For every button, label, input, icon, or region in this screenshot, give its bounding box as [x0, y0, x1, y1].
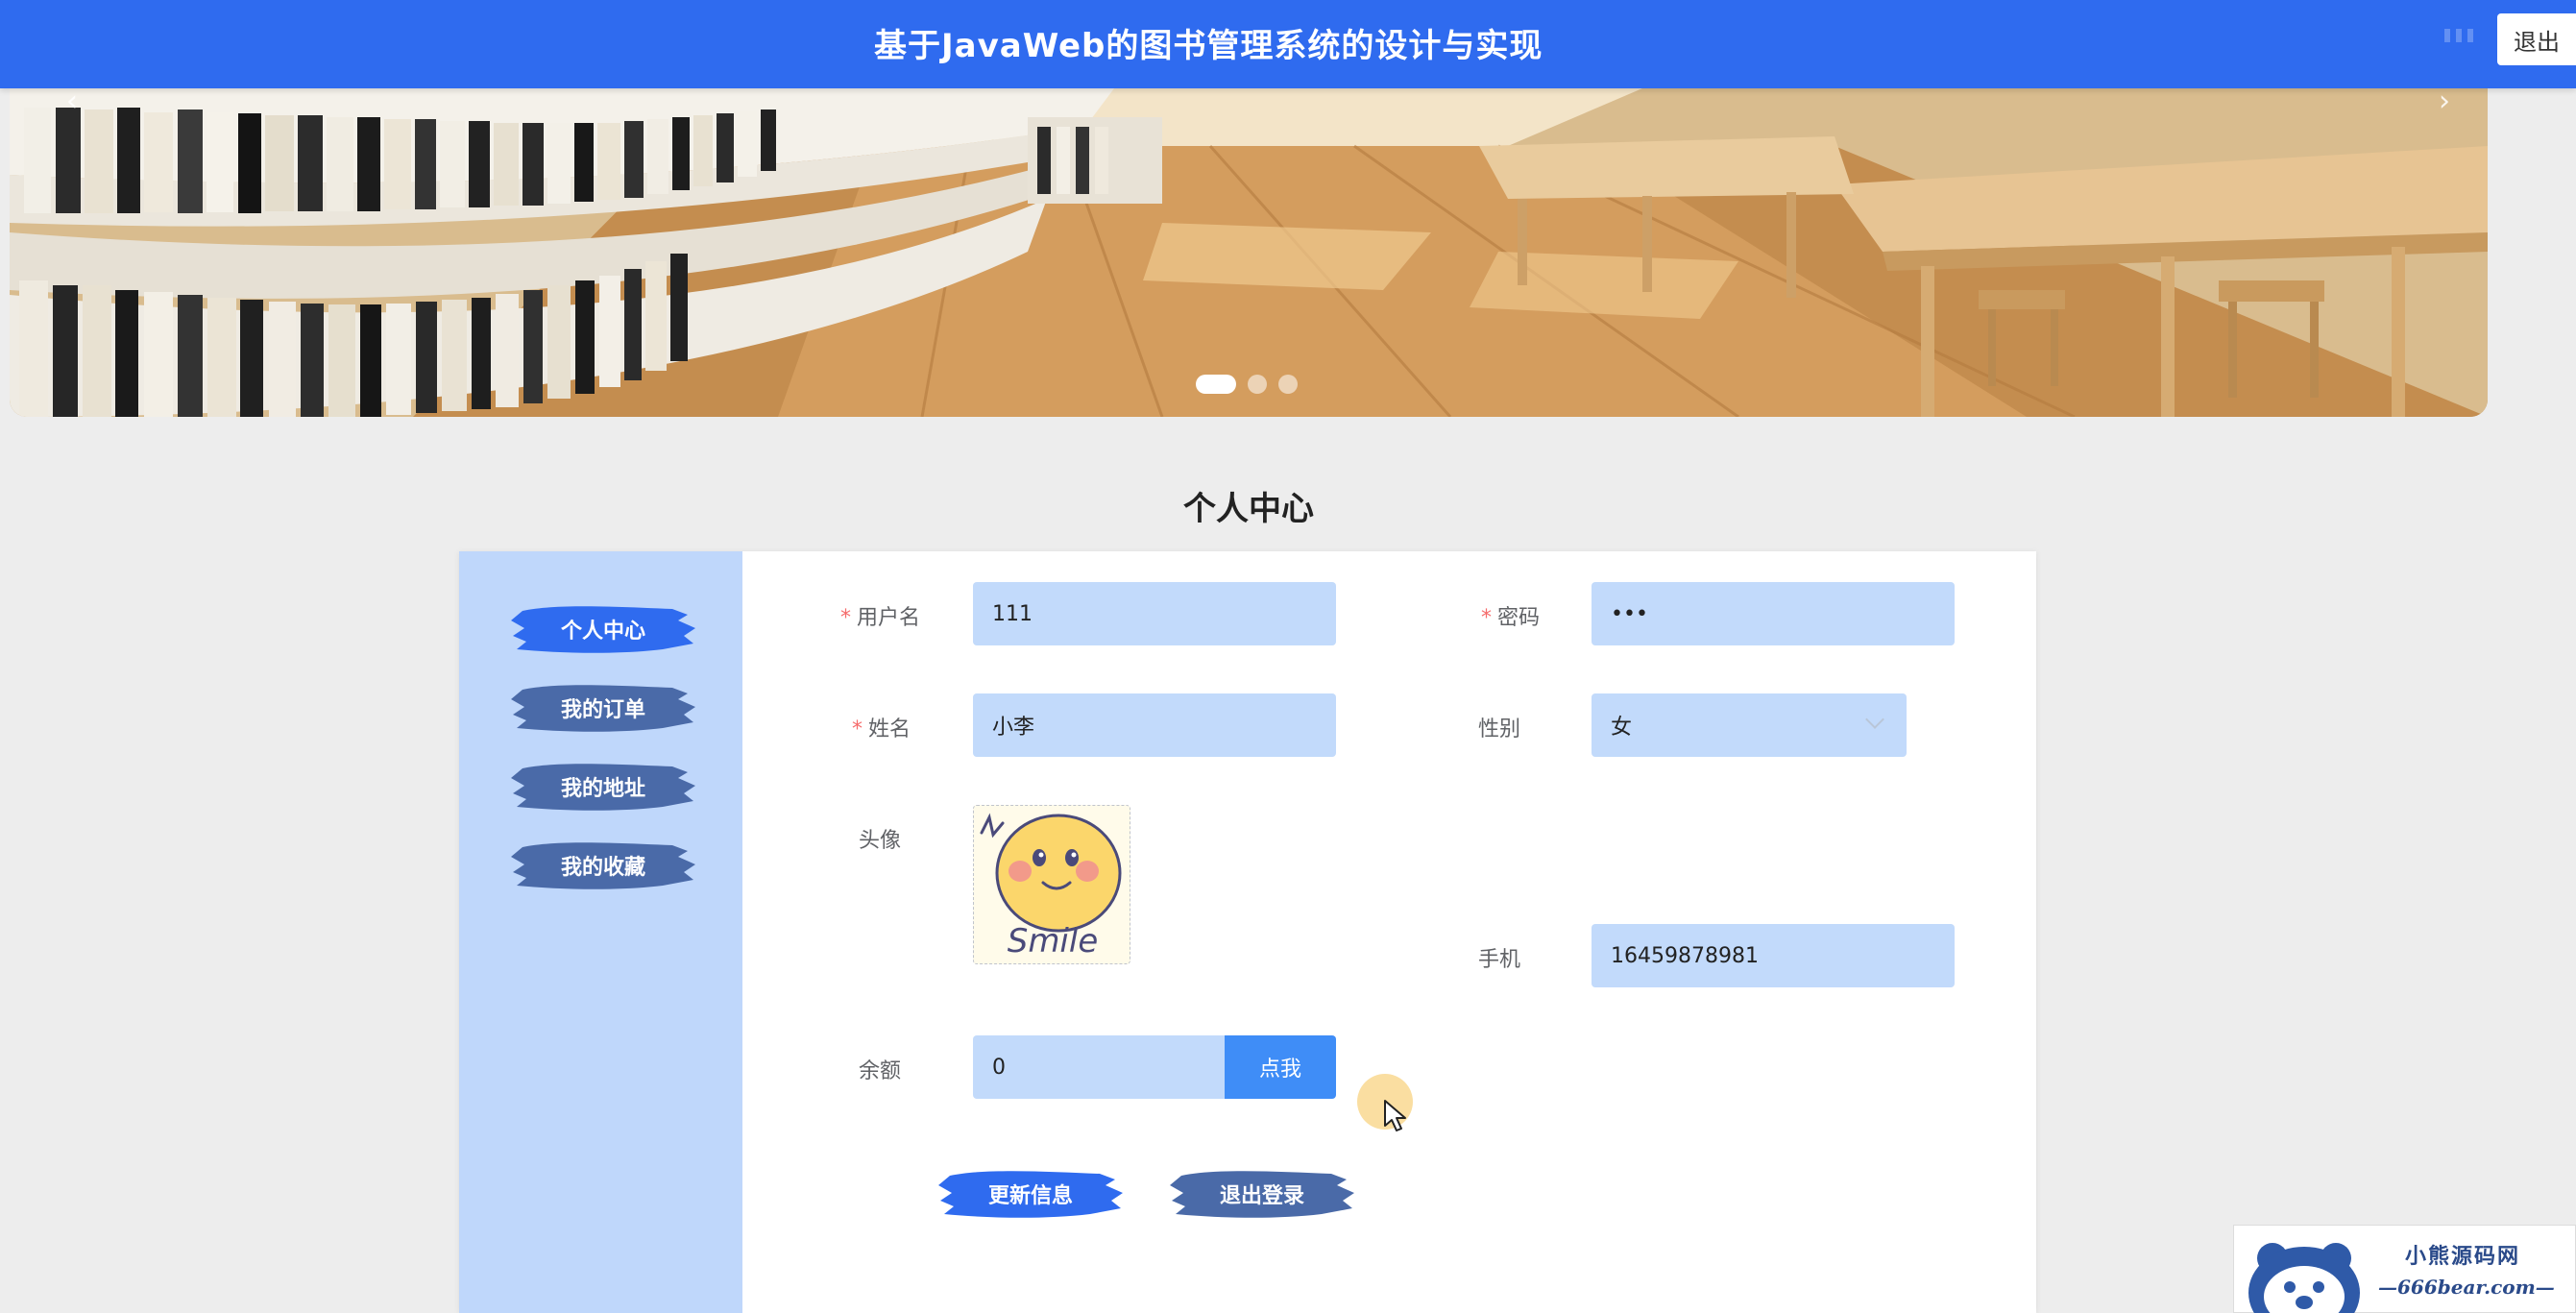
sidebar-item-favorites[interactable]: 我的收藏 [509, 836, 697, 895]
sidebar: 个人中心 我的订单 我的地址 我的收藏 [459, 551, 742, 1313]
banner-carousel: ‹ › [10, 88, 2488, 417]
gender-select[interactable]: 女 [1592, 693, 1907, 757]
carousel-indicator-2[interactable] [1248, 375, 1267, 394]
chevron-down-icon [1865, 710, 1884, 729]
sidebar-item-label: 我的收藏 [560, 856, 645, 880]
smile-avatar-image: Smile [974, 806, 1130, 963]
watermark: 小熊源码网 —666bear.com— [2233, 1225, 2576, 1313]
sidebar-item-profile[interactable]: 个人中心 [509, 599, 697, 659]
mouse-cursor-icon [1384, 1100, 1406, 1131]
bear-logo-icon [2248, 1243, 2360, 1313]
carousel-indicator-1[interactable] [1196, 375, 1236, 394]
username-label: * 用户名 [839, 606, 920, 630]
sidebar-item-label: 个人中心 [560, 620, 645, 644]
update-info-button[interactable]: 更新信息 [936, 1164, 1125, 1224]
page-root: 基于JavaWeb的图书管理系统的设计与实现 退出 ‹ › 个人中心 个人中心 … [0, 0, 2576, 1313]
sidebar-item-orders[interactable]: 我的订单 [509, 678, 697, 738]
top-header: 基于JavaWeb的图书管理系统的设计与实现 退出 [0, 0, 2576, 88]
logout-account-label: 退出登录 [1219, 1184, 1304, 1208]
name-label: * 姓名 [851, 717, 911, 742]
avatar-image-text: Smile [1008, 922, 1099, 960]
header-dots-decoration [2444, 29, 2473, 42]
carousel-prev-arrow-icon[interactable]: ‹ [43, 88, 101, 118]
balance-input[interactable]: 0 [973, 1035, 1225, 1099]
page-title: 个人中心 [1183, 490, 1314, 528]
avatar-label: 头像 [858, 829, 901, 853]
password-input[interactable]: ••• [1592, 582, 1955, 645]
carousel-indicators [1196, 375, 1298, 394]
avatar-upload[interactable]: Smile [973, 805, 1130, 964]
carousel-indicator-3[interactable] [1278, 375, 1298, 394]
topup-button[interactable]: 点我 [1225, 1035, 1336, 1099]
phone-input[interactable]: 16459878981 [1592, 924, 1955, 987]
gender-label: 性别 [1477, 717, 1520, 742]
phone-label: 手机 [1477, 948, 1520, 972]
gender-selected-value: 女 [1611, 716, 1633, 740]
header-logout-button[interactable]: 退出 [2497, 13, 2576, 65]
logout-account-button[interactable]: 退出登录 [1168, 1164, 1356, 1224]
watermark-url: —666bear.com— [2378, 1276, 2555, 1299]
carousel-next-arrow-icon[interactable]: › [2416, 88, 2473, 118]
site-title: 基于JavaWeb的图书管理系统的设计与实现 [874, 27, 1543, 65]
sidebar-item-address[interactable]: 我的地址 [509, 757, 697, 816]
library-banner-image [10, 88, 2488, 417]
password-label: * 密码 [1480, 606, 1540, 630]
update-info-label: 更新信息 [987, 1184, 1073, 1208]
username-input[interactable]: 111 [973, 582, 1336, 645]
sidebar-item-label: 我的订单 [560, 698, 645, 722]
name-input[interactable]: 小李 [973, 693, 1336, 757]
balance-label: 余额 [858, 1059, 901, 1083]
watermark-title: 小熊源码网 [2405, 1244, 2521, 1269]
sidebar-item-label: 我的地址 [560, 777, 645, 801]
